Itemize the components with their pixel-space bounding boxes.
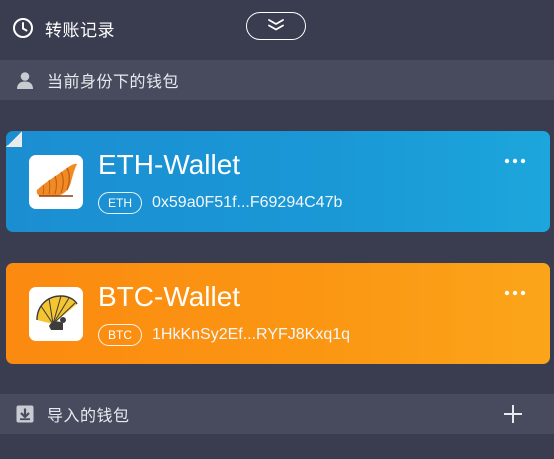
transfer-history-button[interactable]: 转账记录 bbox=[12, 14, 115, 42]
more-dots-icon bbox=[504, 149, 526, 168]
current-identity-wallets-header: 当前身份下的钱包 bbox=[0, 60, 554, 100]
umbrella-shell-logo-icon bbox=[33, 290, 79, 338]
btc-wallet-card[interactable]: BTC-Wallet BTC 1HkKnSy2Ef...RYFJ8Kxq1q bbox=[6, 263, 550, 364]
eth-wallet-logo bbox=[29, 155, 83, 209]
transfer-history-label: 转账记录 bbox=[45, 20, 115, 41]
eth-wallet-more-button[interactable] bbox=[504, 149, 526, 164]
imported-wallets-label: 导入的钱包 bbox=[47, 406, 130, 425]
collapse-button[interactable] bbox=[246, 12, 306, 40]
double-chevron-down-icon bbox=[266, 17, 286, 36]
btc-wallet-name: BTC-Wallet bbox=[98, 281, 241, 312]
eth-coin-tag: ETH bbox=[98, 192, 142, 214]
card-corner-fold bbox=[6, 131, 22, 147]
btc-wallet-address: 1HkKnSy2Ef...RYFJ8Kxq1q bbox=[152, 326, 351, 343]
clock-icon bbox=[12, 17, 34, 39]
btc-wallet-more-button[interactable] bbox=[504, 281, 526, 296]
eth-wallet-name: ETH-Wallet bbox=[98, 149, 241, 180]
seashell-logo-icon bbox=[33, 160, 79, 204]
person-icon bbox=[15, 70, 35, 90]
current-identity-wallets-label: 当前身份下的钱包 bbox=[47, 72, 180, 91]
btc-wallet-logo bbox=[29, 287, 83, 341]
btc-coin-tag: BTC bbox=[98, 324, 142, 346]
imported-wallets-header: 导入的钱包 bbox=[0, 394, 554, 434]
top-bar: 转账记录 bbox=[0, 0, 554, 58]
more-dots-icon bbox=[504, 281, 526, 300]
plus-icon bbox=[502, 405, 524, 429]
add-wallet-button[interactable] bbox=[502, 403, 524, 425]
import-download-icon bbox=[15, 404, 35, 424]
eth-wallet-card[interactable]: ETH-Wallet ETH 0x59a0F51f...F69294C47b bbox=[6, 131, 550, 232]
eth-wallet-address: 0x59a0F51f...F69294C47b bbox=[152, 194, 343, 211]
wallet-list-screen: 转账记录 当前身份下的钱包 ETH-Wallet ETH 0x59a0F51f.… bbox=[0, 0, 554, 459]
